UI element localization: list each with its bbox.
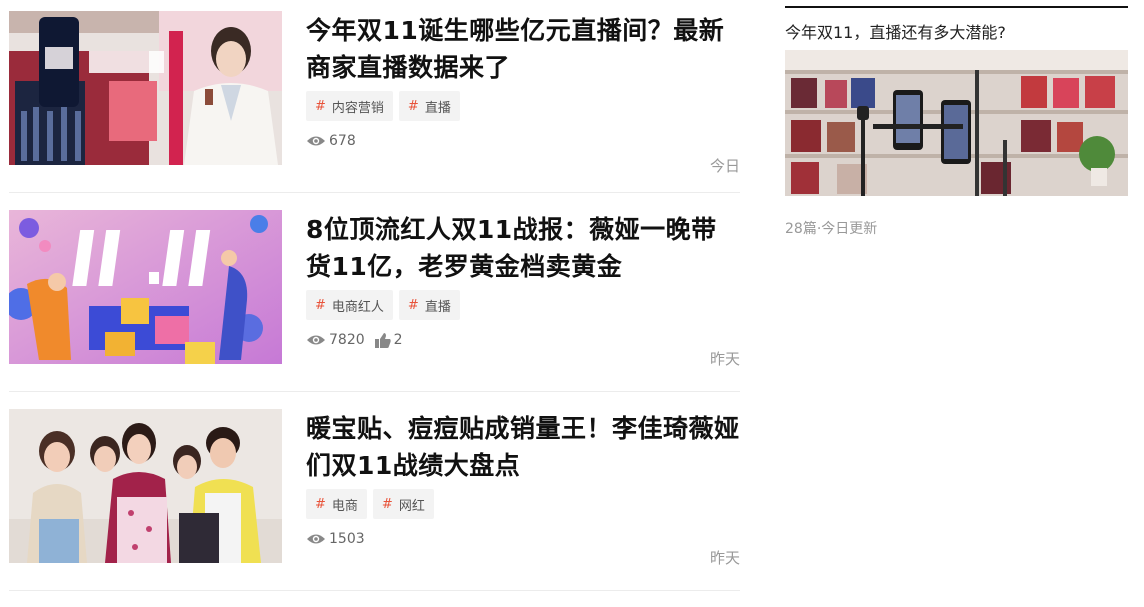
article-meta: 1503 [306,529,740,549]
article-title[interactable]: 8位顶流红人双11战报：薇娅一晚带货11亿，老罗黄金档卖黄金 [306,211,740,285]
hash-icon: # [315,496,326,512]
thumbs-up-icon [374,332,391,348]
influencers-group-photo [9,409,282,563]
sidebar-topic: 今年双11，直播还有多大潜能? 28篇·今日更新 [785,0,1128,238]
tag[interactable]: # 直播 [398,290,460,320]
view-count: 1503 [306,531,365,547]
eye-icon [307,534,325,544]
article-card[interactable]: 8位顶流红人双11战报：薇娅一晚带货11亿，老罗黄金档卖黄金 # 电商红人 # 直播… [9,193,740,392]
article-card[interactable]: 今年双11诞生哪些亿元直播间？最新商家直播数据来了 # 内容营销 # 直播 678 … [9,0,740,193]
hash-icon: # [407,98,419,114]
sidebar-topic-thumbnail[interactable] [785,50,1128,196]
tag-label: 网红 [398,498,425,514]
article-title[interactable]: 暖宝贴、痘痘贴成销量王！李佳琦薇娅们双11战绩大盘点 [306,410,740,484]
hash-icon: # [315,297,326,313]
article-thumbnail[interactable] [9,11,282,165]
lancome-livestream-photo [9,11,282,165]
hash-icon: # [315,98,326,114]
double-eleven-illustration [9,210,282,364]
tag-label: 直播 [424,100,451,116]
article-thumbnail[interactable] [9,409,282,563]
hash-icon: # [407,297,419,313]
tag[interactable]: # 内容营销 [306,91,393,121]
tag-list: # 内容营销 # 直播 [306,91,740,121]
tag[interactable]: # 电商红人 [306,290,393,320]
view-count: 678 [306,133,356,149]
article-title[interactable]: 今年双11诞生哪些亿元直播间？最新商家直播数据来了 [306,12,740,86]
tag-list: # 电商 # 网红 [306,489,740,519]
view-count-value: 678 [329,133,356,149]
view-count: 7820 [306,332,365,348]
tag-label: 电商 [331,498,358,514]
article-card[interactable]: 暖宝贴、痘痘贴成销量王！李佳琦薇娅们双11战绩大盘点 # 电商 # 网红 1503 … [9,392,740,591]
eye-icon [307,335,325,345]
sidebar-divider [785,6,1128,8]
tag[interactable]: # 网红 [372,489,434,519]
tag[interactable]: # 电商 [306,489,367,519]
tag[interactable]: # 直播 [398,91,460,121]
tag-label: 内容营销 [331,100,384,116]
article-meta: 7820 2 [306,330,740,350]
publish-date: 今日 [709,157,740,175]
tag-list: # 电商红人 # 直播 [306,290,740,320]
publish-date: 昨天 [709,350,740,368]
sidebar-topic-meta: 28篇·今日更新 [785,221,878,237]
article-thumbnail[interactable] [9,210,282,364]
eye-icon [307,136,325,146]
tag-label: 电商红人 [331,299,384,315]
sidebar-topic-title[interactable]: 今年双11，直播还有多大潜能? [785,19,1128,43]
view-count-value: 1503 [329,531,365,547]
view-count-value: 7820 [329,332,365,348]
article-feed: 今年双11诞生哪些亿元直播间？最新商家直播数据来了 # 内容营销 # 直播 678 … [9,0,740,591]
like-count-value: 2 [393,332,403,348]
tag-label: 直播 [424,299,451,315]
hash-icon: # [381,496,393,512]
phone-livestream-setup-photo [785,50,1128,196]
article-meta: 678 [306,131,740,151]
publish-date: 昨天 [709,549,740,567]
like-count[interactable]: 2 [374,332,403,348]
